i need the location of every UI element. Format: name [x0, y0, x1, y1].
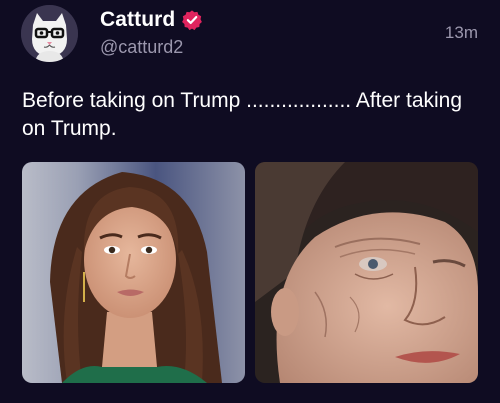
author-display-name[interactable]: Catturd [100, 8, 175, 32]
author-avatar[interactable] [21, 5, 78, 62]
woman-portrait-image [22, 162, 245, 383]
post-text: Before taking on Trump .................… [22, 89, 463, 140]
author-name-row: Catturd [100, 7, 203, 33]
author-handle[interactable]: @catturd2 [100, 37, 183, 58]
media-photo-left[interactable] [22, 162, 245, 383]
media-grid [22, 162, 478, 383]
cat-avatar-icon [21, 5, 78, 62]
post: Catturd @catturd2 13m Before taking on T… [0, 0, 500, 403]
post-timestamp[interactable]: 13m [445, 23, 478, 43]
elderly-woman-portrait-image [255, 162, 478, 383]
media-photo-right[interactable] [255, 162, 478, 383]
verified-badge-icon [181, 9, 203, 31]
